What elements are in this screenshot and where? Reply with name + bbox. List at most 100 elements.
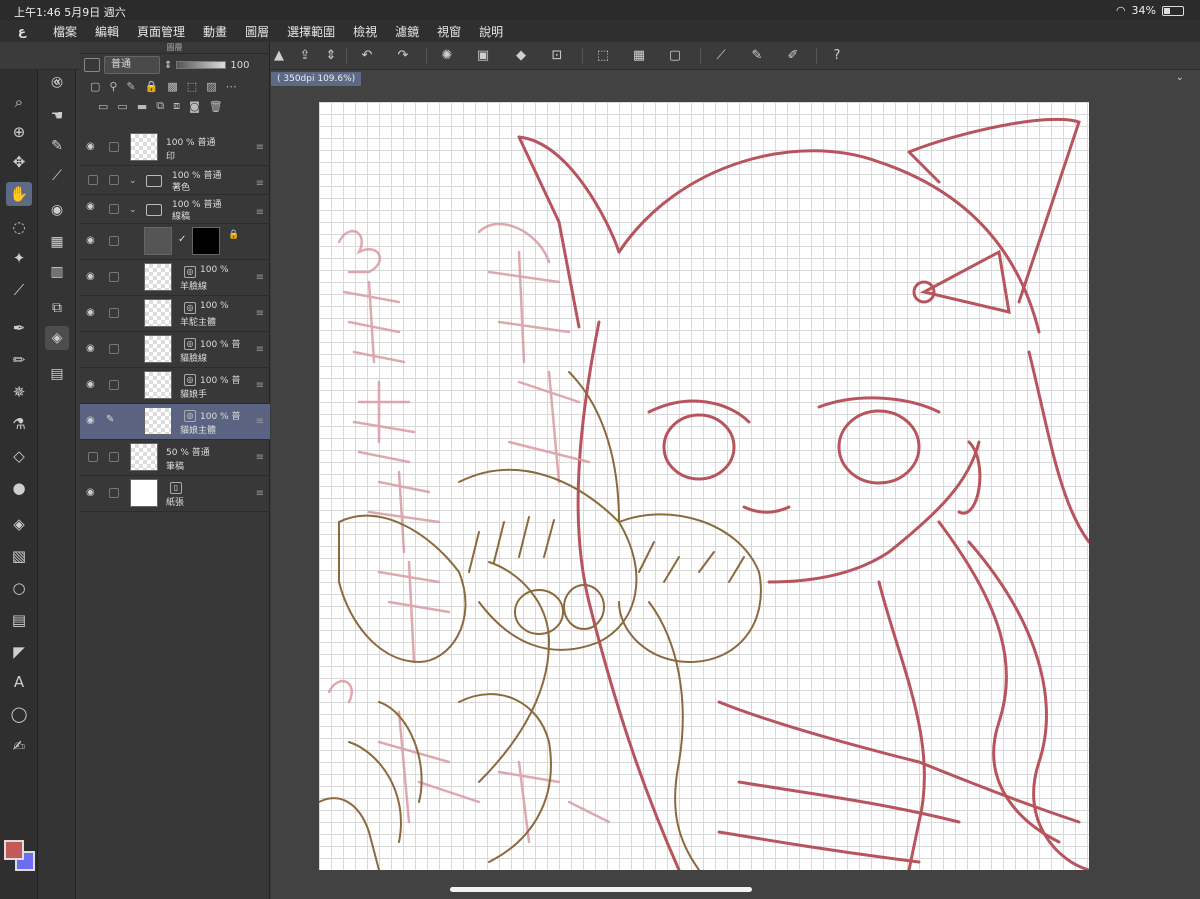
transform-icon[interactable]: ⊡ (548, 47, 566, 65)
layer-menu-icon[interactable]: ≡ (256, 178, 264, 189)
drawing-canvas[interactable] (319, 102, 1089, 870)
correct-line-icon[interactable]: ✍ (6, 734, 32, 758)
ruler-tool-icon[interactable]: ◤ (6, 640, 32, 664)
layer-menu-icon[interactable]: ≡ (256, 142, 264, 153)
layer-checkbox[interactable] (109, 142, 119, 152)
layer-row-selected[interactable]: ◉ ✎ ◎ 100 % 普 貓娘主體 ≡ (80, 404, 270, 440)
chevron-down-icon[interactable]: ⌄ (129, 176, 137, 186)
adjustment-layer-row[interactable]: ◉ ✓ 🔒 (80, 224, 270, 260)
layer-checkbox[interactable] (109, 272, 119, 282)
clear-icon[interactable]: ▣ (474, 47, 492, 65)
balloon-icon[interactable]: ◯ (6, 702, 32, 726)
layer-menu-icon[interactable]: ≡ (256, 488, 264, 499)
eye-icon[interactable]: ◉ (86, 141, 95, 152)
brush-size-icon[interactable]: ✎ (45, 134, 69, 158)
brush-icon[interactable]: ✎ (748, 47, 766, 65)
tool-property-icon[interactable]: ⟋ (45, 164, 69, 188)
layer-menu-icon[interactable]: ≡ (256, 380, 264, 391)
selection-border-icon[interactable]: ▢ (666, 47, 684, 65)
menu-filter[interactable]: 濾鏡 (386, 23, 428, 40)
mask-icon[interactable]: ⬚ (187, 80, 197, 93)
menu-page-management[interactable]: 頁面管理 (128, 23, 194, 40)
draft-icon[interactable]: ✎ (126, 80, 135, 93)
pen-tool-icon[interactable]: ✒ (6, 316, 32, 340)
delete-layer-icon[interactable]: 🗑 (209, 100, 223, 113)
eraser-icon[interactable]: ◇ (6, 444, 32, 468)
layer-row[interactable]: ◉ ◎ 100 % 普 貓臉線 ≡ (80, 332, 270, 368)
menu-animation[interactable]: 動畫 (194, 23, 236, 40)
fill-icon[interactable]: ◆ (512, 47, 530, 65)
home-indicator[interactable] (450, 887, 752, 892)
layer-checkbox[interactable] (109, 488, 119, 498)
eye-icon[interactable]: ◉ (86, 271, 95, 282)
move-icon[interactable]: ✥ (6, 150, 32, 174)
zoom-icon[interactable]: ⌕ (6, 90, 32, 114)
new-folder-icon[interactable]: ▬ (137, 100, 147, 113)
menu-file[interactable]: 檔案 (44, 23, 86, 40)
color-set-icon[interactable]: ▦ (45, 230, 69, 254)
eye-icon[interactable]: ◉ (86, 379, 95, 390)
app-logo-icon[interactable]: ع (0, 24, 44, 38)
folder-row[interactable]: ⌄ 100 % 普通 著色 ≡ (80, 166, 270, 195)
transfer-down-icon[interactable]: ⧉ (156, 99, 164, 113)
layer-menu-icon[interactable]: ≡ (256, 272, 264, 283)
layer-menu-icon[interactable]: ≡ (256, 308, 264, 319)
color-selector[interactable] (4, 840, 36, 872)
layer-checkbox[interactable] (109, 236, 119, 246)
combine-icon[interactable]: ⧈ (173, 99, 180, 113)
opacity-slider[interactable] (176, 61, 227, 69)
invert-selection-icon[interactable]: ▦ (630, 47, 648, 65)
layer-row[interactable]: ◉ ◎ 100 % 羊駝主體 ≡ (80, 296, 270, 332)
upload-icon[interactable]: ⇪ (296, 47, 314, 65)
menu-layer[interactable]: 圖層 (236, 23, 278, 40)
hand-sub-icon[interactable]: ☚ (45, 104, 69, 128)
blend-icon[interactable]: ● (6, 476, 32, 500)
reference-icon[interactable]: ⚲ (109, 80, 117, 93)
eyedropper-icon[interactable]: ⟋ (6, 278, 32, 302)
layer-checkbox[interactable] (109, 344, 119, 354)
material-icon[interactable]: ▤ (45, 362, 69, 386)
layer-checkbox[interactable] (109, 204, 119, 214)
layer-row[interactable]: ◉ ◎ 100 % 羊臉線 ≡ (80, 260, 270, 296)
opacity-value[interactable]: 100 (230, 60, 249, 71)
blend-stepper-icon[interactable]: ⇕ (164, 60, 172, 71)
airbrush-icon[interactable]: ✵ (6, 380, 32, 404)
layer-checkbox[interactable] (109, 175, 119, 185)
layer-property-icon[interactable]: ⧉ (45, 296, 69, 320)
figure-icon[interactable]: ○ (6, 576, 32, 600)
deselect-icon[interactable]: ⬚ (594, 47, 612, 65)
layer-checkbox[interactable] (109, 380, 119, 390)
layer-color-swatch[interactable] (84, 58, 100, 72)
lock-transparent-icon[interactable]: ▩ (167, 80, 177, 93)
layer-checkbox[interactable] (109, 452, 119, 462)
layer-row[interactable]: ◉ ◎ 100 % 普 貓娘手 ≡ (80, 368, 270, 404)
layer-icon[interactable]: ◈ (45, 326, 69, 350)
palette-color-icon[interactable]: ▨ (206, 80, 216, 93)
layer-checkbox[interactable] (109, 308, 119, 318)
ruler-icon[interactable]: ⟋ (712, 47, 730, 65)
redo-icon[interactable]: ↷ (394, 47, 412, 65)
menu-window[interactable]: 視窗 (428, 23, 470, 40)
paper-layer-row[interactable]: ◉ ▯ 紙張 ≡ (80, 476, 270, 512)
layer-row[interactable]: 50 % 普通 筆稿 ≡ (80, 440, 270, 476)
frame-icon[interactable]: ▤ (6, 608, 32, 632)
layer-checkbox[interactable] (88, 452, 98, 462)
navigator-icon[interactable]: ◎ (45, 70, 69, 94)
menu-edit[interactable]: 編輯 (86, 23, 128, 40)
menu-view[interactable]: 檢視 (344, 23, 386, 40)
help-icon[interactable]: ? (828, 47, 846, 65)
stepper-icon[interactable]: ⇕ (322, 47, 340, 65)
chevron-down-icon[interactable]: ⌄ (129, 205, 137, 215)
new-raster-layer-icon[interactable]: ▭ (98, 100, 108, 113)
layer-row[interactable]: ◉ 100 % 普通 印 ≡ (80, 130, 270, 166)
decoration-icon[interactable]: ⚗ (6, 412, 32, 436)
eye-icon[interactable]: ◉ (86, 307, 95, 318)
gradient-icon[interactable]: ▧ (6, 544, 32, 568)
pencil-icon[interactable]: ✏ (6, 348, 32, 372)
eye-icon[interactable]: ◉ (86, 201, 95, 212)
pen-icon[interactable]: ✐ (784, 47, 802, 65)
layer-mask-icon[interactable]: ◙ (189, 100, 200, 113)
color-wheel-icon[interactable]: ◉ (45, 198, 69, 222)
hand-icon[interactable]: ✋ (6, 182, 32, 206)
menu-selection[interactable]: 選擇範圍 (278, 23, 344, 40)
